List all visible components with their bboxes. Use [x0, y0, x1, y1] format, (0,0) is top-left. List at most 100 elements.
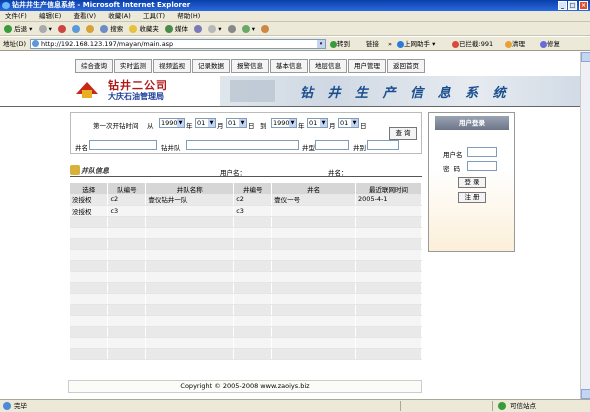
- home-button[interactable]: [86, 22, 95, 36]
- well-name-label: 井名: [75, 144, 88, 152]
- table-row-empty: [70, 271, 422, 283]
- table-row-empty: [70, 227, 422, 239]
- url-input[interactable]: http://192.168.123.197/mayan/main.asp ▾: [30, 39, 326, 49]
- discuss-button[interactable]: [261, 22, 270, 36]
- cell-well-id: c2: [233, 194, 273, 206]
- chevron-icon[interactable]: »: [388, 37, 392, 51]
- browser-toolbar: 后退 ▾ ▾ 搜索 收藏夹 媒体 ▾ ▾: [0, 22, 590, 36]
- well-type-input[interactable]: [315, 140, 349, 150]
- col-crew-id: 队编号: [107, 183, 147, 194]
- logo-subtitle: 大庆石油管理局: [108, 92, 164, 101]
- cell-select[interactable]: 没授权: [70, 194, 109, 206]
- well-class-input[interactable]: [367, 140, 399, 150]
- col-crew-name: 井队名称: [145, 183, 235, 194]
- table-row-empty: [70, 337, 422, 349]
- well-class-label: 井别: [353, 144, 366, 152]
- close-button[interactable]: ×: [579, 1, 588, 10]
- scroll-up-icon[interactable]: [581, 52, 590, 62]
- col-last-online: 最近联网时间: [355, 183, 422, 194]
- nav-user-admin[interactable]: 用户管理: [348, 59, 386, 73]
- first-spud-label: 第一次开钻时间: [93, 122, 139, 130]
- address-bar: 地址(D) http://192.168.123.197/mayan/main.…: [0, 37, 590, 51]
- end-month-select[interactable]: 01 ▼: [307, 118, 328, 128]
- nav-stratum-info[interactable]: 地层信息: [309, 59, 347, 73]
- online-helper-button[interactable]: 上网助手 ▾: [397, 37, 435, 51]
- username-input[interactable]: [467, 147, 497, 157]
- start-year-select[interactable]: 1990 ▼: [159, 118, 185, 128]
- password-label: 密 码: [443, 165, 461, 173]
- page-icon: [32, 40, 39, 47]
- history-button[interactable]: [194, 22, 203, 36]
- mail-button[interactable]: ▾: [208, 22, 222, 36]
- system-banner: 钻 井 生 产 信 息 系 统: [220, 76, 580, 106]
- banner-building-image: [230, 80, 275, 102]
- print-icon: [227, 25, 236, 33]
- end-month-unit: 月: [329, 122, 336, 130]
- maximize-button[interactable]: □: [568, 1, 577, 10]
- window-title: 钻井井生产信息系统 - Microsoft Internet Explorer: [12, 1, 191, 9]
- ie-logo-icon: [2, 2, 10, 9]
- password-input[interactable]: [467, 161, 497, 171]
- media-button[interactable]: 媒体: [164, 22, 188, 36]
- minimize-button[interactable]: _: [558, 1, 567, 10]
- menu-view[interactable]: 查看(V): [68, 11, 101, 22]
- register-button[interactable]: 注 册: [458, 192, 486, 203]
- table-row-empty: [70, 238, 422, 250]
- popup-blocked-button[interactable]: 已拦截:991: [452, 37, 493, 51]
- header-divider: [0, 106, 580, 107]
- section-title: 井队信息: [81, 167, 109, 175]
- table-row-empty: [70, 315, 422, 327]
- end-day-select[interactable]: 01 ▼: [338, 118, 359, 128]
- cell-crew-id: c2: [107, 194, 147, 206]
- table-row-empty: [70, 216, 422, 228]
- go-button[interactable]: 转到: [330, 37, 350, 51]
- col-select: 选择: [70, 183, 109, 194]
- status-divider: [492, 401, 493, 411]
- star-icon: [129, 25, 138, 33]
- menu-edit[interactable]: 编辑(E): [34, 11, 66, 22]
- links-button[interactable]: 链接: [366, 37, 379, 51]
- table-row-empty: [70, 326, 422, 338]
- scroll-down-icon[interactable]: [581, 389, 590, 399]
- stop-icon: [57, 25, 66, 33]
- url-dropdown-icon[interactable]: ▾: [317, 40, 325, 48]
- edit-button[interactable]: ▾: [241, 22, 255, 36]
- table-header-row: 选择 队编号 井队名称 井编号 井名 最近联网时间: [70, 183, 422, 194]
- well-name-input[interactable]: [89, 140, 157, 150]
- menu-tools[interactable]: 工具(T): [138, 11, 170, 22]
- menu-help[interactable]: 帮助(H): [172, 11, 205, 22]
- menu-favorites[interactable]: 收藏(A): [103, 11, 136, 22]
- well-type-label: 井型: [302, 144, 315, 152]
- edit-icon: [241, 25, 250, 33]
- end-day-unit: 日: [360, 122, 367, 130]
- forward-button[interactable]: ▾: [38, 22, 52, 36]
- forward-arrow-icon: [38, 25, 47, 33]
- nav-comprehensive-query[interactable]: 综合查询: [75, 59, 113, 73]
- repair-button[interactable]: 修复: [540, 37, 560, 51]
- start-month-select[interactable]: 01 ▼: [195, 118, 216, 128]
- clean-button[interactable]: 清理: [505, 37, 525, 51]
- nav-alarm-info[interactable]: 报警信息: [231, 59, 269, 73]
- vertical-scrollbar[interactable]: [580, 52, 590, 399]
- end-year-select[interactable]: 1990 ▼: [271, 118, 297, 128]
- nav-basic-info[interactable]: 基本信息: [270, 59, 308, 73]
- nav-video-monitor[interactable]: 视频监视: [153, 59, 191, 73]
- company-logo: 钻井二公司 大庆石油管理局: [72, 76, 212, 104]
- stop-button[interactable]: [57, 22, 66, 36]
- query-button[interactable]: 查 询: [389, 127, 417, 140]
- login-button[interactable]: 登 录: [458, 177, 486, 188]
- start-day-select[interactable]: 01 ▼: [226, 118, 247, 128]
- back-button[interactable]: 后退 ▾: [4, 22, 32, 36]
- crew-input[interactable]: [186, 140, 299, 150]
- refresh-button[interactable]: [72, 22, 80, 36]
- print-button[interactable]: [227, 22, 236, 36]
- nav-record-data[interactable]: 记录数据: [192, 59, 230, 73]
- search-button[interactable]: 搜索: [100, 22, 123, 36]
- cell-last-online: 2005-4-1: [355, 194, 422, 206]
- nav-home[interactable]: 返回首页: [387, 59, 425, 73]
- favorites-button[interactable]: 收藏夹: [129, 22, 159, 36]
- menu-file[interactable]: 文件(F): [0, 11, 32, 22]
- crew-label: 钻井队: [161, 144, 181, 152]
- cell-select[interactable]: 没授权: [70, 205, 109, 217]
- nav-realtime-monitor[interactable]: 实时监测: [114, 59, 152, 73]
